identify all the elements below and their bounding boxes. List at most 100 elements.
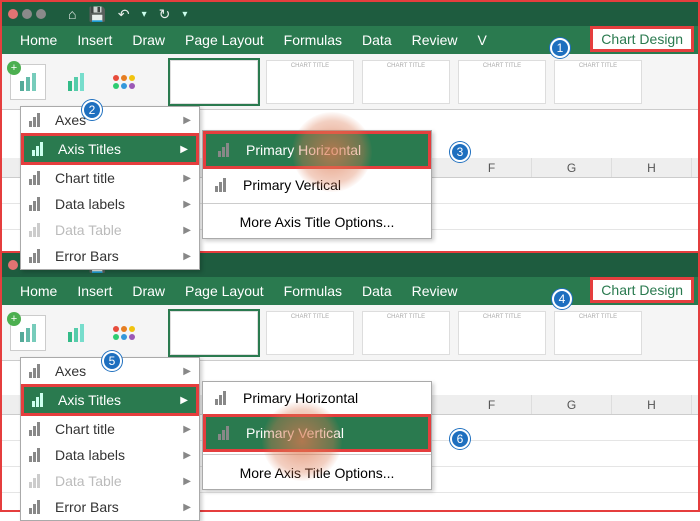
add-element-dropdown: Axes▶ Axis Titles▶ Chart title▶ Data lab… bbox=[20, 357, 200, 521]
data-labels-icon bbox=[29, 197, 47, 211]
tab-page-layout[interactable]: Page Layout bbox=[179, 29, 270, 51]
col-header[interactable]: G bbox=[532, 395, 612, 414]
menu-error-bars[interactable]: Error Bars▶ bbox=[21, 494, 199, 520]
tab-page-layout[interactable]: Page Layout bbox=[179, 280, 270, 302]
chevron-right-icon: ▶ bbox=[183, 476, 191, 487]
chart-style-thumb[interactable] bbox=[170, 60, 258, 104]
change-colors-button[interactable] bbox=[106, 64, 142, 100]
menu-chart-title[interactable]: Chart title▶ bbox=[21, 416, 199, 442]
col-header[interactable]: G bbox=[532, 158, 612, 177]
chart-style-thumb[interactable] bbox=[170, 311, 258, 355]
chart-style-thumb[interactable]: CHART TITLE bbox=[266, 311, 354, 355]
add-element-dropdown: Axes▶ Axis Titles▶ Chart title▶ Data lab… bbox=[20, 106, 200, 270]
menu-chart-title[interactable]: Chart title▶ bbox=[21, 165, 199, 191]
bars-icon bbox=[68, 73, 84, 91]
tab-insert[interactable]: Insert bbox=[71, 280, 118, 302]
chart-style-thumb[interactable]: CHART TITLE bbox=[458, 60, 546, 104]
window-min-icon[interactable] bbox=[22, 9, 32, 19]
tab-chart-design[interactable]: Chart Design bbox=[590, 277, 694, 303]
window-close-icon[interactable] bbox=[8, 260, 18, 270]
submenu-primary-vertical[interactable]: Primary Vertical bbox=[203, 414, 431, 452]
menu-axes[interactable]: Axes▶ bbox=[21, 107, 199, 133]
ribbon-tabs: Home Insert Draw Page Layout Formulas Da… bbox=[2, 277, 698, 305]
chevron-right-icon: ▶ bbox=[183, 115, 191, 126]
tab-data[interactable]: Data bbox=[356, 280, 398, 302]
window-max-icon[interactable] bbox=[36, 9, 46, 19]
menu-data-table[interactable]: Data Table▶ bbox=[21, 217, 199, 243]
menu-data-table[interactable]: Data Table▶ bbox=[21, 468, 199, 494]
add-chart-element-button[interactable]: + bbox=[10, 315, 46, 351]
chart-style-thumb[interactable]: CHART TITLE bbox=[554, 60, 642, 104]
save-icon[interactable]: 💾 bbox=[88, 6, 105, 23]
chart-style-thumb[interactable]: CHART TITLE bbox=[266, 60, 354, 104]
chevron-right-icon: ▶ bbox=[183, 366, 191, 377]
tab-draw[interactable]: Draw bbox=[126, 280, 171, 302]
submenu-primary-horizontal[interactable]: Primary Horizontal bbox=[203, 382, 431, 414]
col-header[interactable]: H bbox=[612, 158, 692, 177]
tab-review[interactable]: Review bbox=[406, 29, 464, 51]
submenu-more-options[interactable]: More Axis Title Options... bbox=[203, 206, 431, 238]
col-header[interactable]: H bbox=[612, 395, 692, 414]
change-colors-button[interactable] bbox=[106, 315, 142, 351]
tab-home[interactable]: Home bbox=[14, 29, 63, 51]
submenu-more-options[interactable]: More Axis Title Options... bbox=[203, 457, 431, 489]
undo-dropdown-icon[interactable]: ▾ bbox=[142, 9, 147, 20]
tab-formulas[interactable]: Formulas bbox=[278, 29, 348, 51]
step-badge-5: 5 bbox=[102, 351, 122, 371]
color-dots-icon bbox=[113, 75, 135, 89]
qat-customize-icon[interactable]: ▾ bbox=[182, 9, 187, 20]
menu-data-labels[interactable]: Data labels▶ bbox=[21, 442, 199, 468]
home-icon[interactable]: ⌂ bbox=[68, 6, 76, 22]
plus-badge-icon: + bbox=[7, 312, 21, 326]
vert-axis-icon bbox=[215, 178, 233, 192]
menu-axis-titles[interactable]: Axis Titles▶ bbox=[21, 133, 199, 165]
tab-insert[interactable]: Insert bbox=[71, 29, 118, 51]
plus-badge-icon: + bbox=[7, 61, 21, 75]
tab-review[interactable]: Review bbox=[406, 280, 464, 302]
undo-icon[interactable]: ↶ bbox=[118, 6, 130, 23]
data-table-icon bbox=[29, 223, 47, 237]
tab-draw[interactable]: Draw bbox=[126, 29, 171, 51]
menu-error-bars[interactable]: Error Bars▶ bbox=[21, 243, 199, 269]
step-badge-4: 4 bbox=[552, 289, 572, 309]
data-labels-icon bbox=[29, 448, 47, 462]
chart-style-thumb[interactable]: CHART TITLE bbox=[458, 311, 546, 355]
submenu-primary-horizontal[interactable]: Primary Horizontal bbox=[203, 131, 431, 169]
tab-data[interactable]: Data bbox=[356, 29, 398, 51]
quick-layout-button[interactable] bbox=[58, 64, 94, 100]
redo-icon[interactable]: ↻ bbox=[159, 6, 171, 23]
divider bbox=[203, 454, 431, 455]
tab-home[interactable]: Home bbox=[14, 280, 63, 302]
tab-chart-design[interactable]: Chart Design bbox=[590, 26, 694, 52]
color-dots-icon bbox=[113, 326, 135, 340]
axis-titles-submenu: Primary Horizontal Primary Vertical More… bbox=[202, 130, 432, 239]
bars-icon bbox=[20, 324, 36, 342]
data-table-icon bbox=[29, 474, 47, 488]
axis-titles-icon bbox=[32, 142, 50, 156]
menu-data-labels[interactable]: Data labels▶ bbox=[21, 191, 199, 217]
add-chart-element-button[interactable]: + bbox=[10, 64, 46, 100]
ribbon-row: + CHART TITLE CHART TITLE CHART TITLE CH… bbox=[2, 54, 698, 110]
step-badge-2: 2 bbox=[82, 100, 102, 120]
horiz-axis-icon bbox=[218, 143, 236, 157]
chevron-right-icon: ▶ bbox=[183, 199, 191, 210]
window-close-icon[interactable] bbox=[8, 9, 18, 19]
bars-icon bbox=[20, 73, 36, 91]
chevron-right-icon: ▶ bbox=[183, 424, 191, 435]
submenu-primary-vertical[interactable]: Primary Vertical bbox=[203, 169, 431, 201]
step-badge-6: 6 bbox=[450, 429, 470, 449]
axes-icon bbox=[29, 113, 47, 127]
chart-styles: CHART TITLE CHART TITLE CHART TITLE CHAR… bbox=[170, 60, 642, 104]
tab-view-cut[interactable]: V bbox=[472, 29, 493, 51]
chart-title-icon bbox=[29, 171, 47, 185]
chart-title-icon bbox=[29, 422, 47, 436]
chevron-right-icon: ▶ bbox=[183, 251, 191, 262]
chart-style-thumb[interactable]: CHART TITLE bbox=[554, 311, 642, 355]
tab-formulas[interactable]: Formulas bbox=[278, 280, 348, 302]
col-header[interactable]: F bbox=[452, 395, 532, 414]
chart-style-thumb[interactable]: CHART TITLE bbox=[362, 60, 450, 104]
quick-layout-button[interactable] bbox=[58, 315, 94, 351]
vert-axis-icon bbox=[218, 426, 236, 440]
chart-style-thumb[interactable]: CHART TITLE bbox=[362, 311, 450, 355]
menu-axis-titles[interactable]: Axis Titles▶ bbox=[21, 384, 199, 416]
